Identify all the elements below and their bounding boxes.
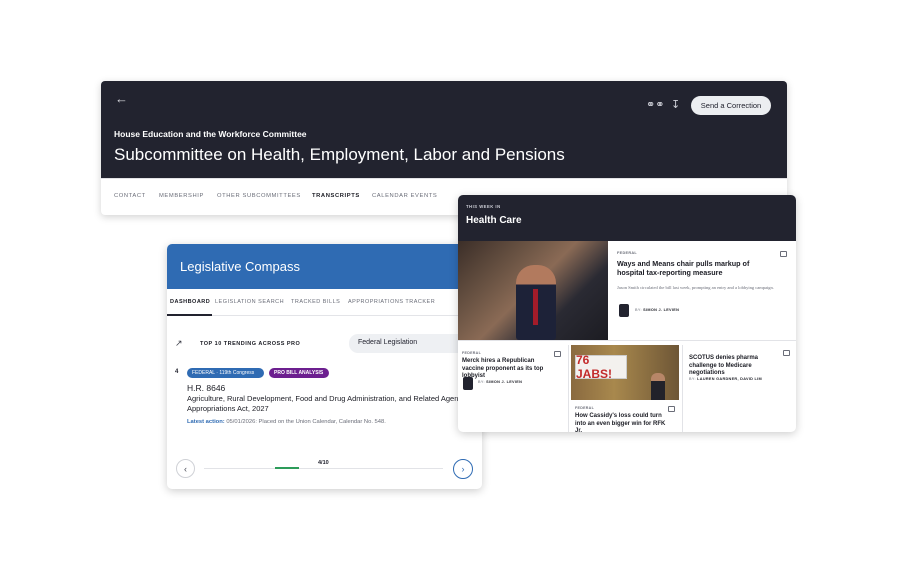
page-indicator: 4/10 <box>318 460 329 466</box>
bookmark-icon[interactable] <box>668 406 675 412</box>
author-avatar <box>463 377 473 390</box>
story-tag: FEDERAL <box>575 406 595 410</box>
story-headline[interactable]: Merck hires a Republican vaccine propone… <box>462 358 558 381</box>
chevron-right-icon: › <box>461 464 465 474</box>
story-byline: BY: SIMON J. LEVIEN <box>478 380 522 384</box>
compass-title: Legislative Compass <box>180 259 300 274</box>
story-headline[interactable]: SCOTUS denies pharma challenge to Medica… <box>689 355 787 378</box>
previous-button[interactable]: ‹ <box>176 459 195 478</box>
health-header: THIS WEEK IN Health Care <box>458 195 796 241</box>
compass-header: Legislative Compass <box>167 244 482 289</box>
tab-tracked-bills[interactable]: TRACKED BILLS <box>291 299 340 305</box>
photo-tie <box>533 289 538 325</box>
tab-transcripts[interactable]: TRANSCRIPTS <box>312 193 360 199</box>
send-correction-button[interactable]: Send a Correction <box>691 96 771 115</box>
author-avatar <box>619 304 629 317</box>
column-divider <box>682 345 683 432</box>
collage: ← House Education and the Workforce Comm… <box>0 0 909 564</box>
arrow-left-icon[interactable]: ← <box>115 92 128 106</box>
bookmark-icon[interactable] <box>780 251 787 257</box>
bill-description: Agriculture, Rural Development, Food and… <box>187 394 466 413</box>
protest-sign: 76 JABS! <box>575 353 627 381</box>
committee-header: ← House Education and the Workforce Comm… <box>101 81 787 178</box>
tab-calendar-events[interactable]: CALENDAR EVENTS <box>372 193 437 199</box>
pager-progress <box>275 467 299 469</box>
tab-legislation-search[interactable]: LEGISLATION SEARCH <box>215 299 284 305</box>
tab-dashboard[interactable]: DASHBOARD <box>170 299 210 305</box>
main-story-headline[interactable]: Ways and Means chair pulls markup of hos… <box>617 259 777 277</box>
latest-action-text: 05/01/2026: Placed on the Union Calendar… <box>226 419 386 425</box>
section-divider <box>458 340 796 341</box>
committee-kicker: House Education and the Workforce Commit… <box>114 129 307 139</box>
story-tag: FEDERAL <box>462 351 482 355</box>
story-headline[interactable]: How Cassidy's loss could turn into an ev… <box>575 413 671 432</box>
story-photo[interactable]: 76 JABS! <box>571 345 679 400</box>
bill-number[interactable]: H.R. 8646 <box>187 383 225 393</box>
tab-appropriations-tracker[interactable]: APPROPRIATIONS TRACKER <box>348 299 435 305</box>
health-kicker: THIS WEEK IN <box>466 204 501 209</box>
story-byline: BY: LAUREN GARDNER, DAVID LIM <box>689 377 762 381</box>
pro-bill-analysis-badge[interactable]: PRO BILL ANALYSIS <box>269 368 329 378</box>
tab-contact[interactable]: CONTACT <box>114 193 146 199</box>
latest-action: Latest action: 05/01/2026: Placed on the… <box>187 419 386 425</box>
health-title: Health Care <box>466 215 522 226</box>
main-story-photo[interactable] <box>458 241 608 340</box>
photo-figure <box>651 373 665 400</box>
active-tab-indicator <box>167 314 212 316</box>
legislative-compass-card: Legislative Compass DASHBOARD LEGISLATIO… <box>167 244 482 489</box>
pager-track <box>204 468 443 469</box>
byline-prefix: BY: <box>478 380 485 384</box>
chevron-left-icon: ‹ <box>184 463 187 474</box>
bookmark-icon[interactable] <box>554 351 561 357</box>
tab-membership[interactable]: MEMBERSHIP <box>159 193 204 199</box>
byline-author[interactable]: SIMON J. LEVIEN <box>486 380 522 384</box>
next-button[interactable]: › <box>453 459 473 479</box>
byline-prefix: BY: <box>689 377 696 381</box>
tab-other-subcommittees[interactable]: OTHER SUBCOMMITTEES <box>217 193 301 199</box>
main-story-byline: BY: SIMON J. LEVIEN <box>635 308 679 312</box>
column-divider <box>568 345 569 432</box>
trending-rank: 4 <box>175 369 179 375</box>
health-care-card: THIS WEEK IN Health Care FEDERAL Ways an… <box>458 195 796 432</box>
latest-action-label: Latest action: <box>187 419 225 425</box>
page-title: Subcommittee on Health, Employment, Labo… <box>114 145 565 164</box>
federal-badge: FEDERAL · 119th Congress <box>187 368 264 378</box>
trending-chart-icon: ↗ <box>175 338 183 348</box>
binoculars-icon[interactable]: ⚭⚭ <box>646 98 664 111</box>
main-story-tag: FEDERAL <box>617 251 638 255</box>
byline-author[interactable]: LAUREN GARDNER, DAVID LIM <box>697 377 762 381</box>
main-story-summary: Jason Smith circulated the bill last wee… <box>617 285 774 290</box>
compass-tabs: DASHBOARD LEGISLATION SEARCH TRACKED BIL… <box>167 289 482 316</box>
download-icon[interactable]: ↧ <box>671 98 680 111</box>
trending-label: TOP 10 TRENDING ACROSS PRO <box>200 341 301 347</box>
byline-author[interactable]: SIMON J. LEVIEN <box>643 308 679 312</box>
byline-prefix: BY: <box>635 308 642 312</box>
